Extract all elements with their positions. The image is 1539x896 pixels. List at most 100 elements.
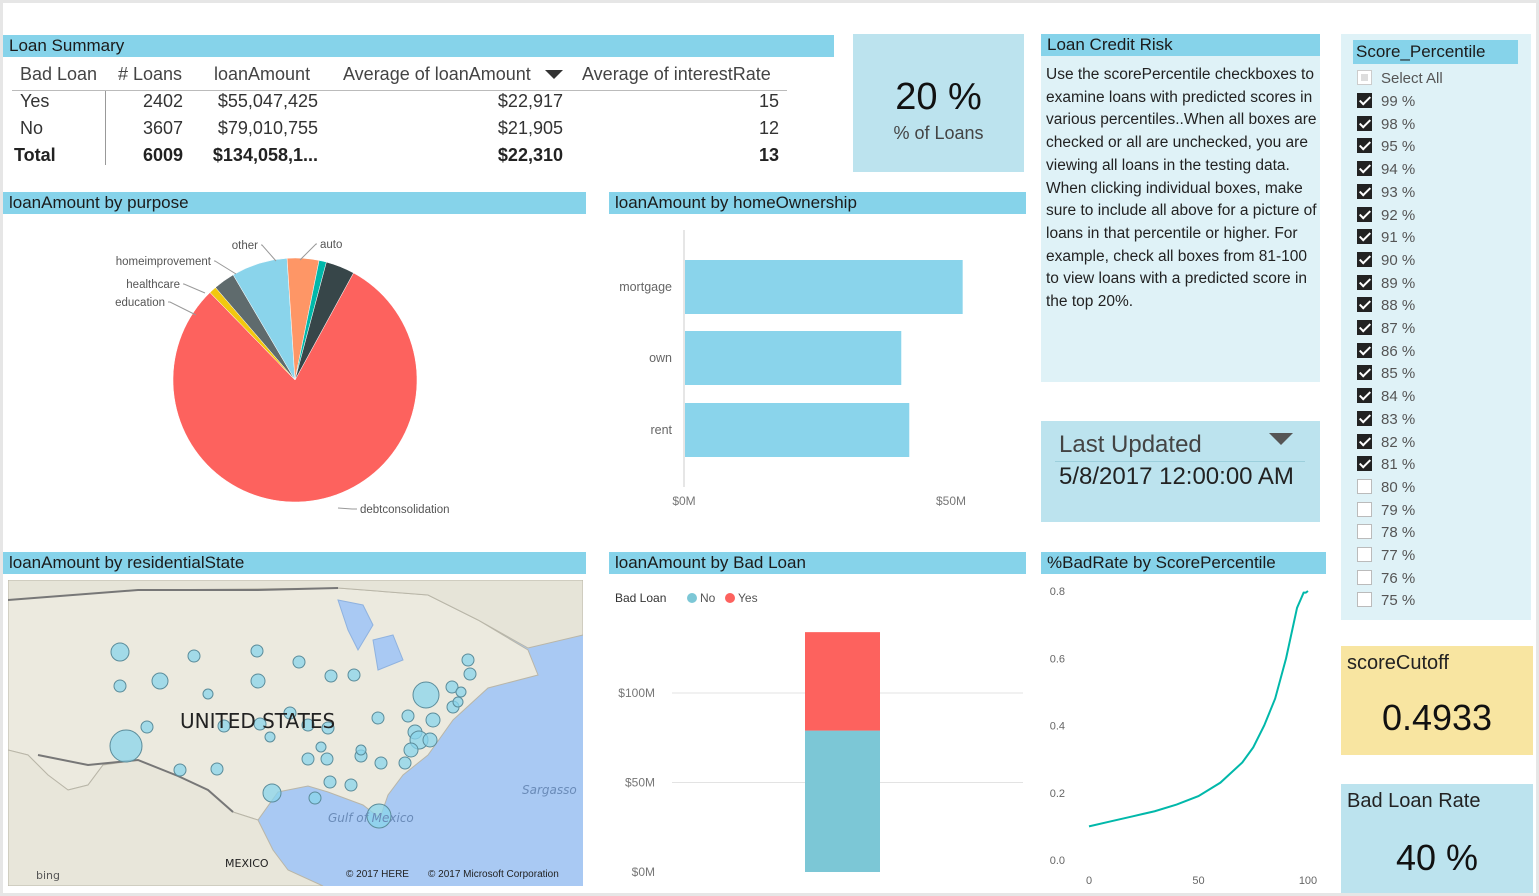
slicer-item-90[interactable]: 90 %	[1357, 251, 1415, 272]
slicer-item-82[interactable]: 82 %	[1357, 433, 1415, 454]
legend-marker-yes[interactable]	[725, 593, 735, 603]
slicer-item-87[interactable]: 87 %	[1357, 320, 1415, 340]
slicer-item-88[interactable]: 88 %	[1357, 297, 1415, 317]
slicer-item-98[interactable]: 98 %	[1357, 115, 1415, 136]
checkbox-checked-icon[interactable]	[1357, 410, 1372, 426]
slicer-item-99[interactable]: 99 %	[1357, 93, 1415, 113]
bar-own[interactable]	[685, 331, 902, 385]
state-bubble[interactable]	[401, 709, 415, 723]
state-bubble[interactable]	[347, 668, 361, 682]
state-bubble[interactable]	[398, 756, 412, 770]
checkbox-checked-icon[interactable]	[1357, 115, 1372, 131]
col-num-loans[interactable]: # Loans	[118, 64, 182, 85]
col-avg-interest-rate[interactable]: Average of interestRate	[582, 64, 771, 85]
bar-rent[interactable]	[685, 403, 910, 457]
state-bubble[interactable]	[140, 720, 154, 734]
checkbox-checked-icon[interactable]	[1357, 229, 1372, 245]
state-bubble[interactable]	[110, 642, 130, 662]
state-bubble[interactable]	[173, 763, 187, 777]
state-bubble[interactable]	[371, 711, 385, 725]
sort-desc-icon[interactable]	[545, 70, 563, 79]
checkbox-checked-icon[interactable]	[1357, 388, 1372, 404]
state-bubble[interactable]	[262, 783, 282, 803]
badrate-line[interactable]	[1088, 590, 1309, 828]
state-bubble[interactable]	[320, 752, 334, 766]
slicer-item-93[interactable]: 93 %	[1357, 183, 1415, 204]
slicer-item-92[interactable]: 92 %	[1357, 206, 1415, 227]
state-bubble[interactable]	[412, 681, 440, 709]
home-ownership-bar-chart[interactable]: mortgage own rent $0M $50M	[605, 215, 1030, 525]
state-bubble[interactable]	[113, 679, 127, 693]
state-bubble[interactable]	[344, 778, 358, 792]
pie-chart[interactable]: debtconsolidation education healthcare home…	[0, 215, 600, 525]
state-bubble[interactable]	[422, 732, 438, 748]
state-bubble[interactable]	[187, 649, 201, 663]
state-bubble[interactable]	[403, 742, 419, 758]
state-bubble[interactable]	[461, 653, 475, 667]
state-bubble[interactable]	[210, 762, 224, 776]
slicer-item-85[interactable]: 85 %	[1357, 365, 1415, 385]
state-bubble[interactable]	[455, 686, 467, 698]
bad-loan-stacked-bar-chart[interactable]: $0M $50M $100M Bad Loan No Yes	[605, 578, 1030, 888]
state-bubble[interactable]	[374, 756, 388, 770]
checkbox-checked-icon[interactable]	[1357, 206, 1372, 222]
legend-label-yes[interactable]: Yes	[738, 591, 758, 605]
state-bubble[interactable]	[355, 744, 367, 756]
state-bubble[interactable]	[250, 644, 264, 658]
state-bubble[interactable]	[452, 696, 464, 708]
state-bubble[interactable]	[264, 731, 276, 743]
checkbox-checked-icon[interactable]	[1357, 365, 1372, 381]
slicer-item-76[interactable]: 76 %	[1357, 569, 1415, 590]
slicer-item-79[interactable]: 79 %	[1357, 501, 1415, 522]
slicer-select-all[interactable]: Select All	[1357, 70, 1443, 90]
checkbox-empty-icon[interactable]	[1357, 501, 1372, 517]
checkbox-checked-icon[interactable]	[1357, 342, 1372, 358]
checkbox-empty-icon[interactable]	[1357, 569, 1372, 585]
legend-marker-no[interactable]	[687, 593, 697, 603]
score-percentile-slicer[interactable]: Score_Percentile Select All 99 % 98 % 95 %…	[1341, 34, 1531, 620]
state-bubble[interactable]	[250, 673, 266, 689]
checkbox-empty-icon[interactable]	[1357, 592, 1372, 608]
chevron-down-icon[interactable]	[1269, 433, 1293, 445]
state-bubble[interactable]	[463, 667, 477, 681]
state-bubble[interactable]	[292, 655, 306, 669]
col-loan-amount[interactable]: loanAmount	[214, 64, 310, 85]
state-bubble[interactable]	[315, 741, 327, 753]
checkbox-checked-icon[interactable]	[1357, 297, 1372, 313]
legend-label-no[interactable]: No	[700, 591, 716, 605]
state-bubble[interactable]	[202, 688, 214, 700]
col-avg-loan-amount[interactable]: Average of loanAmount	[343, 64, 531, 85]
checkbox-checked-icon[interactable]	[1357, 320, 1372, 335]
slicer-item-80[interactable]: 80 %	[1357, 478, 1415, 499]
slicer-item-75[interactable]: 75 %	[1357, 592, 1415, 612]
stacked-bar-yes[interactable]	[805, 632, 880, 731]
bar-mortgage[interactable]	[685, 260, 963, 314]
state-bubble[interactable]	[151, 672, 169, 690]
state-bubble[interactable]	[301, 752, 315, 766]
badrate-line-chart[interactable]: 0.0 0.2 0.4 0.6 0.8 0 50 100	[1036, 578, 1332, 890]
checkbox-checked-icon[interactable]	[1357, 251, 1372, 267]
slicer-item-86[interactable]: 86 %	[1357, 342, 1415, 363]
slicer-item-89[interactable]: 89 %	[1357, 274, 1415, 295]
slicer-item-91[interactable]: 91 %	[1357, 229, 1415, 249]
checkbox-checked-icon[interactable]	[1357, 93, 1372, 108]
slicer-item-83[interactable]: 83 %	[1357, 410, 1415, 431]
state-bubble[interactable]	[425, 712, 441, 728]
last-updated-card[interactable]: Last Updated 5/8/2017 12:00:00 AM	[1041, 421, 1320, 522]
checkbox-checked-icon[interactable]	[1357, 274, 1372, 290]
state-bubble[interactable]	[323, 775, 337, 789]
stacked-bar-no[interactable]	[805, 730, 880, 872]
checkbox-empty-icon[interactable]	[1357, 547, 1372, 562]
state-bubble[interactable]	[308, 791, 322, 805]
col-bad-loan[interactable]: Bad Loan	[20, 64, 97, 85]
slicer-item-81[interactable]: 81 %	[1357, 456, 1415, 476]
slicer-item-77[interactable]: 77 %	[1357, 547, 1415, 567]
checkbox-partial-icon[interactable]	[1357, 70, 1372, 85]
loan-summary-table[interactable]: Bad Loan # Loans loanAmount Average of l…	[8, 64, 788, 172]
state-bubble[interactable]	[109, 729, 143, 763]
slicer-item-94[interactable]: 94 %	[1357, 161, 1415, 181]
checkbox-checked-icon[interactable]	[1357, 433, 1372, 449]
state-bubble[interactable]	[324, 669, 338, 683]
checkbox-checked-icon[interactable]	[1357, 456, 1372, 472]
checkbox-empty-icon[interactable]	[1357, 524, 1372, 540]
